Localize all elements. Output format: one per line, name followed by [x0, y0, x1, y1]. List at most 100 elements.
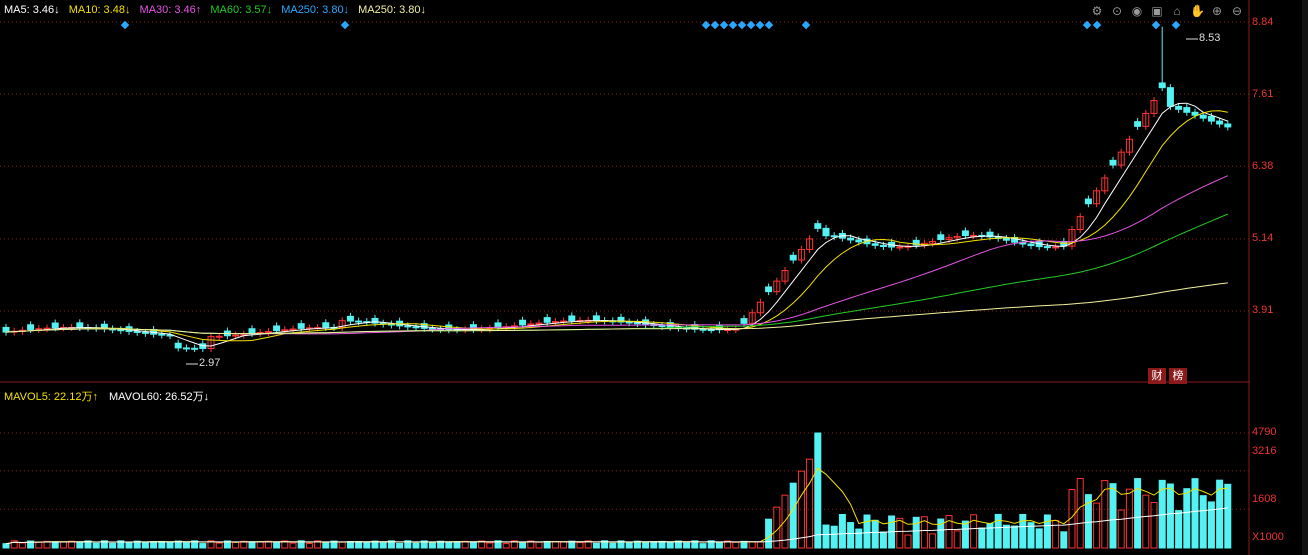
volume-bar	[650, 541, 658, 549]
candle-body	[1224, 123, 1232, 128]
volume-bar	[797, 470, 805, 549]
ma30-label: MA30: 3.46↑	[139, 4, 202, 16]
lock-icon[interactable]: ▣	[1150, 4, 1164, 18]
eye-icon[interactable]: ◉	[1130, 4, 1144, 18]
volume-bar	[609, 542, 617, 549]
candle-body	[1158, 82, 1166, 89]
candle-body	[2, 326, 10, 333]
volume-bar	[625, 542, 633, 549]
candle-body	[699, 328, 707, 331]
candle-body	[535, 322, 543, 325]
volume-bar	[748, 541, 756, 549]
volume-bar	[379, 542, 387, 549]
signal-marker	[340, 20, 350, 30]
volume-bar	[789, 482, 797, 549]
candle-body	[527, 323, 535, 326]
ma250b-label: MA250: 3.80↓	[358, 4, 426, 16]
volume-bar	[92, 542, 100, 549]
volume-bar	[150, 541, 158, 549]
low-price-label: 2.97	[199, 357, 221, 369]
volume-bar	[428, 541, 436, 549]
volume-bar	[1043, 514, 1051, 549]
candle-body	[822, 227, 830, 237]
candle-body	[707, 329, 715, 332]
volume-bar	[551, 541, 559, 549]
volume-bar	[1207, 501, 1215, 549]
candle-body	[592, 315, 600, 322]
volume-bar	[863, 514, 871, 549]
candle-body	[1183, 107, 1191, 113]
volume-bar	[732, 541, 740, 549]
candle-body	[814, 223, 822, 229]
candle-body	[27, 324, 35, 330]
zoom-in-icon[interactable]: ⊕	[1210, 4, 1224, 18]
zoom-out-icon[interactable]: ⊖	[1230, 4, 1244, 18]
ma250-label: MA250: 3.80↓	[281, 4, 350, 16]
volume-axis: 4790 3216 1608 X1000	[1250, 384, 1302, 555]
ma60-label: MA60: 3.57↓	[210, 4, 273, 16]
volume-tick: 4790	[1252, 426, 1277, 438]
volume-bar	[215, 542, 223, 549]
signal-marker	[764, 20, 774, 30]
home-icon[interactable]: ⌂	[1170, 4, 1184, 18]
zoom-icon[interactable]: ⊙	[1110, 4, 1124, 18]
volume-bar	[51, 541, 59, 549]
volume-bar	[166, 541, 174, 549]
settings-icon[interactable]: ⚙	[1090, 4, 1104, 18]
volume-bar	[1060, 531, 1068, 549]
volume-bar	[592, 542, 600, 549]
candle-body	[1043, 246, 1051, 249]
volume-tick: 3216	[1252, 445, 1277, 457]
signal-marker	[1151, 20, 1161, 30]
candle-body	[297, 323, 305, 329]
volume-bar	[125, 542, 133, 549]
volume-bar	[338, 541, 346, 549]
chart-toolbar: ⚙ ⊙ ◉ ▣ ⌂ ✋ ⊕ ⊖	[1090, 4, 1244, 18]
volume-bar	[305, 542, 313, 549]
candle-body	[1052, 246, 1060, 249]
candle-body	[1002, 237, 1010, 241]
ma10-label: MA10: 3.48↓	[68, 4, 131, 16]
high-price-label: 8.53	[1199, 32, 1221, 44]
volume-bar	[830, 525, 838, 549]
right-scrollbar[interactable]	[1302, 0, 1308, 555]
volume-bar	[715, 542, 723, 549]
mavol60-label: MAVOL60: 26.52万↓	[109, 391, 210, 403]
price-tick: 8.84	[1252, 16, 1274, 28]
finance-badge[interactable]: 财	[1148, 368, 1166, 384]
kline-chart[interactable]	[0, 0, 1250, 555]
ma-line	[5, 282, 1228, 335]
candle-body	[1207, 115, 1215, 122]
candle-body	[248, 328, 256, 334]
candle-body	[658, 324, 666, 327]
candle-body	[412, 326, 420, 329]
volume-bar	[232, 541, 240, 549]
candle-body	[215, 335, 223, 338]
volume-bar	[576, 542, 584, 549]
signal-marker	[728, 20, 738, 30]
volume-bar	[355, 541, 363, 549]
candle-body	[855, 239, 863, 243]
candle-body	[896, 246, 904, 249]
volume-bar	[896, 517, 904, 549]
candle-body	[633, 322, 641, 325]
volume-bar	[535, 541, 543, 549]
volume-bar	[469, 541, 477, 549]
volume-bar	[543, 540, 551, 549]
candle-body	[281, 329, 289, 332]
ranking-badge[interactable]: 榜	[1169, 368, 1187, 384]
volume-bar	[847, 522, 855, 549]
candle-body	[1084, 198, 1092, 205]
price-tick: 3.91	[1252, 304, 1274, 316]
candle-body	[289, 328, 297, 331]
candle-body	[232, 334, 240, 337]
candle-body	[1166, 87, 1174, 107]
volume-bar	[35, 541, 43, 549]
volume-bar	[838, 514, 846, 549]
hand-icon[interactable]: ✋	[1190, 4, 1205, 18]
candle-body	[76, 322, 84, 329]
volume-bar	[412, 542, 420, 549]
volume-bar	[1101, 480, 1109, 549]
ma-line	[5, 213, 1228, 335]
volume-bar	[642, 541, 650, 549]
